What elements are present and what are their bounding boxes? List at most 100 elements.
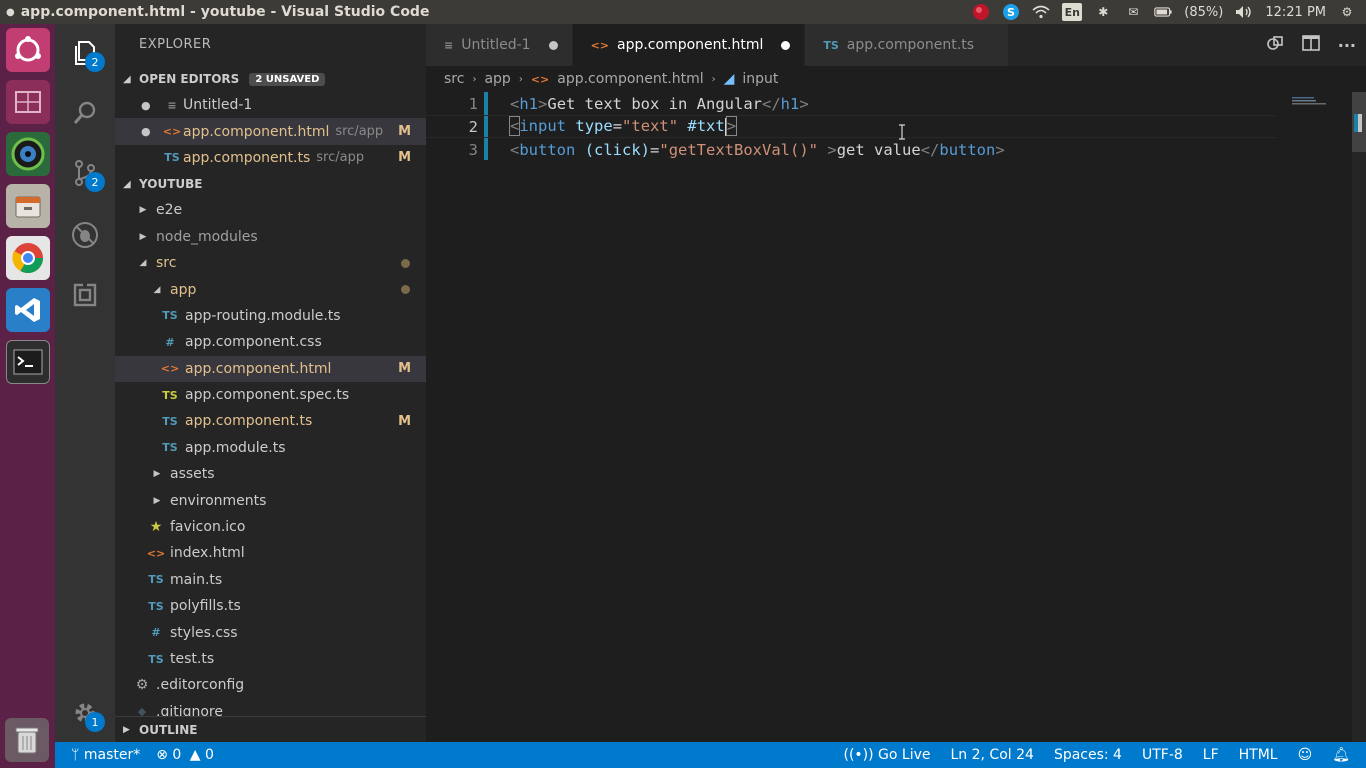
branch-indicator[interactable]: ᛘ master*	[71, 747, 140, 763]
workspace-icon[interactable]	[5, 80, 50, 124]
code-text: <h1>Get text box in Angular</h1>	[510, 94, 809, 113]
volume-icon[interactable]	[1235, 3, 1253, 21]
tree-file-test[interactable]: TS test.ts	[115, 646, 426, 672]
tree-folder-src[interactable]: ◢ src	[115, 250, 426, 276]
tree-folder-app[interactable]: ◢ app	[115, 276, 426, 302]
open-editor-app-component-html[interactable]: ● <> app.component.html src/app M	[115, 118, 426, 145]
tree-folder-node-modules[interactable]: ▶ node_modules	[115, 224, 426, 250]
search-activity[interactable]	[55, 88, 115, 138]
tree-folder-assets[interactable]: ▶ assets	[115, 461, 426, 487]
code-line-1[interactable]: 1 <h1>Get text box in Angular</h1>	[426, 92, 1276, 115]
tree-item-label: app.module.ts	[185, 439, 286, 456]
tag-name: h1	[780, 94, 800, 113]
text-file-icon: ≡	[167, 98, 177, 112]
tree-item-label: app.component.ts	[185, 413, 313, 430]
code-line-3[interactable]: 3 <button (click)="getTextBoxVal()" >get…	[426, 138, 1276, 161]
source-control-activity[interactable]: 2	[55, 148, 115, 198]
project-header[interactable]: ◢ YOUTUBE	[115, 171, 426, 197]
tab-app-component-ts[interactable]: TS app.component.ts	[805, 24, 1010, 66]
tree-file-main[interactable]: TS main.ts	[115, 567, 426, 593]
tree-file-editorconfig[interactable]: ⚙ .editorconfig	[115, 672, 426, 698]
modified-dot	[401, 285, 410, 295]
encoding[interactable]: UTF-8	[1142, 747, 1183, 763]
wifi-icon[interactable]	[1032, 3, 1050, 21]
screen-recorder-icon[interactable]	[5, 132, 50, 176]
chrome-icon[interactable]	[5, 236, 50, 280]
breadcrumb-src[interactable]: src	[444, 71, 464, 87]
battery-icon[interactable]	[1154, 3, 1172, 21]
system-gear-icon[interactable]: ⚙	[1338, 3, 1356, 21]
breadcrumb-symbol[interactable]: input	[742, 71, 778, 87]
outline-header[interactable]: ▶ OUTLINE	[115, 716, 426, 742]
tree-folder-e2e[interactable]: ▶ e2e	[115, 197, 426, 223]
tree-file-app-component-ts[interactable]: TS app.component.ts M	[115, 408, 426, 434]
explorer-activity[interactable]: 2	[55, 28, 115, 78]
tree-file-app-component-spec[interactable]: TS app.component.spec.ts	[115, 382, 426, 408]
ubuntu-launcher	[0, 24, 55, 768]
typescript-file-icon: TS	[162, 441, 178, 455]
tab-label: app.component.ts	[846, 37, 975, 53]
chevron-right-icon: ›	[518, 73, 523, 85]
keyboard-layout[interactable]: En	[1062, 3, 1083, 21]
tab-untitled-1[interactable]: ≡ Untitled-1	[426, 24, 573, 66]
system-tray: S En ✱ ✉ (85%) 12:21 PM ⚙	[972, 0, 1356, 24]
tree-file-app-routing[interactable]: TS app-routing.module.ts	[115, 303, 426, 329]
cursor-position[interactable]: Ln 2, Col 24	[951, 747, 1034, 763]
debug-activity[interactable]	[55, 210, 115, 260]
html-file-icon: <>	[146, 546, 166, 560]
tree-file-styles[interactable]: # styles.css	[115, 619, 426, 645]
dirty-dot-icon[interactable]	[548, 40, 558, 50]
open-editors-header[interactable]: ◢ OPEN EDITORS 2 UNSAVED	[115, 66, 426, 92]
tree-file-polyfills[interactable]: TS polyfills.ts	[115, 593, 426, 619]
close-dot-icon[interactable]: ●	[0, 7, 15, 18]
trash-icon[interactable]	[5, 718, 49, 762]
breadcrumb-file[interactable]: app.component.html	[557, 71, 703, 87]
ubuntu-dash-icon[interactable]	[5, 28, 50, 72]
tree-item-label: main.ts	[170, 571, 223, 588]
indentation[interactable]: Spaces: 4	[1054, 747, 1122, 763]
tag-name: button	[519, 140, 576, 159]
typescript-file-icon: TS	[148, 573, 164, 587]
files-icon[interactable]	[5, 184, 50, 228]
code-editor[interactable]: 1 <h1>Get text box in Angular</h1> 2 <in…	[426, 92, 1366, 742]
vscode-launcher-icon[interactable]	[5, 288, 50, 332]
minimap[interactable]	[1286, 92, 1346, 105]
bluetooth-icon[interactable]: ✱	[1094, 3, 1112, 21]
extensions-activity[interactable]	[55, 270, 115, 320]
terminal-icon[interactable]	[5, 340, 50, 384]
tree-file-app-component-html[interactable]: <> app.component.html M	[115, 355, 426, 382]
chevron-down-icon: ◢	[139, 258, 147, 269]
split-editor-icon[interactable]	[1301, 35, 1320, 55]
breadcrumb-app[interactable]: app	[484, 71, 510, 87]
tree-file-favicon[interactable]: ★ favicon.ico	[115, 514, 426, 540]
more-actions-icon[interactable]: ···	[1338, 36, 1356, 55]
tree-file-app-component-css[interactable]: # app.component.css	[115, 329, 426, 355]
tree-item-label: app.component.css	[185, 334, 322, 351]
tab-app-component-html[interactable]: <> app.component.html	[572, 24, 806, 66]
config-gear-icon: ⚙	[135, 677, 149, 694]
open-changes-icon[interactable]	[1266, 34, 1284, 56]
vertical-scrollbar[interactable]	[1352, 92, 1366, 742]
code-line-2[interactable]: 2 <input type="text" #txt >	[426, 115, 1276, 138]
go-live-button[interactable]: ((•)) Go Live	[843, 747, 930, 763]
open-editors-label: OPEN EDITORS	[139, 72, 240, 86]
skype-icon[interactable]: S	[1002, 3, 1020, 21]
tree-file-app-module[interactable]: TS app.module.ts	[115, 435, 426, 461]
mail-icon[interactable]: ✉	[1124, 3, 1142, 21]
tree-folder-environments[interactable]: ▶ environments	[115, 487, 426, 513]
dirty-dot-icon[interactable]: ●	[141, 125, 161, 138]
open-editor-app-component-ts[interactable]: TS app.component.ts src/app M	[115, 145, 426, 171]
language-mode[interactable]: HTML	[1239, 747, 1278, 763]
tree-file-index-html[interactable]: <> index.html	[115, 540, 426, 566]
typescript-file-icon: TS	[164, 151, 180, 165]
record-icon[interactable]	[972, 3, 990, 21]
problems-indicator[interactable]: ⊗ 0 ▲ 0	[156, 747, 214, 763]
bell-icon[interactable]: 🔔︎	[1332, 747, 1350, 763]
settings-activity[interactable]: 1	[55, 688, 115, 738]
open-editor-untitled[interactable]: ● ≡ Untitled-1	[115, 92, 426, 118]
dirty-dot-icon[interactable]	[781, 40, 791, 50]
end-of-line[interactable]: LF	[1203, 747, 1219, 763]
clock[interactable]: 12:21 PM	[1265, 5, 1326, 20]
smiley-icon[interactable]: ☺	[1298, 747, 1313, 763]
dirty-dot-icon[interactable]: ●	[141, 99, 161, 112]
